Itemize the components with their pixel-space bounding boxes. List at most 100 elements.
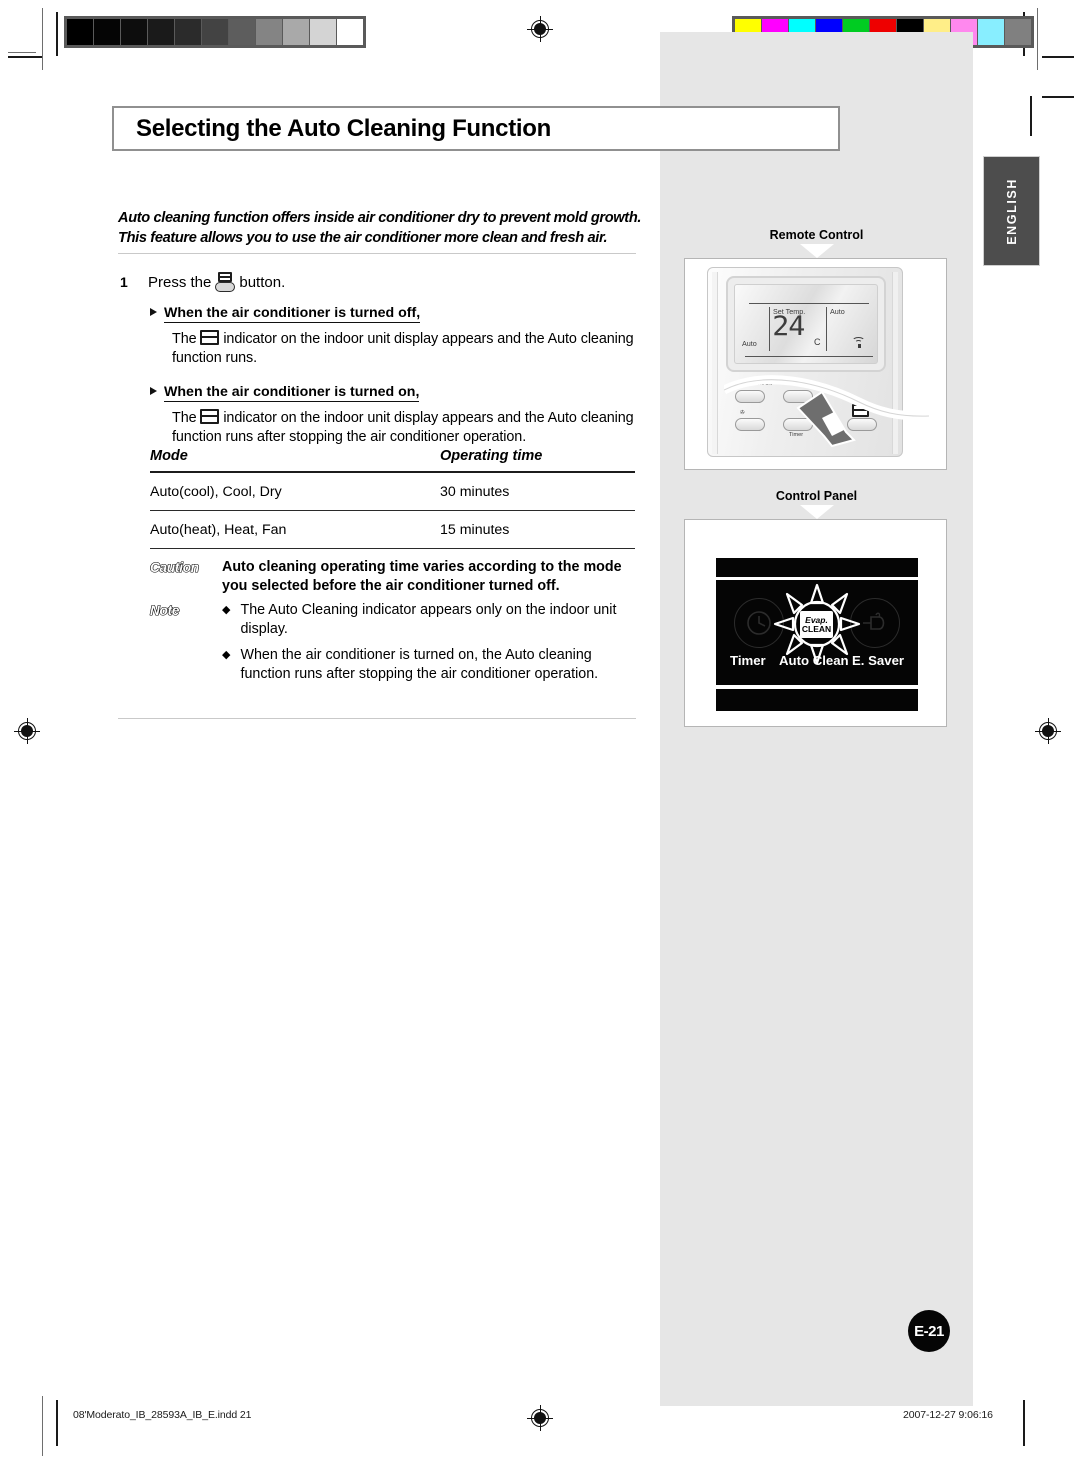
diamond-bullet-icon: ◆ [222,604,231,616]
diamond-bullet-icon: ◆ [222,649,231,661]
table-cell-mode: Auto(heat), Heat, Fan [150,521,287,538]
registration-mark-bottom-center [527,1405,553,1431]
color-swatch-9 [978,19,1004,45]
remote-control-illustration: Set Temp. Auto Auto 24 C Digital i On/Of… [684,258,947,470]
page-title: Selecting the Auto Cleaning Function [136,114,551,142]
note-tag: Note [150,603,180,619]
remote-button-icon-mode: ▭ [786,381,792,387]
step-block-1: 1 Press the button. When the air conditi… [120,271,660,447]
crop-mark-top-left-h [8,52,36,53]
caption-arrow-icon [800,244,834,258]
subsection-body-on: The indicator on the indoor unit display… [172,409,647,447]
lcd-temperature-value: 24 [772,311,805,342]
remote-right-rail [892,272,898,454]
subsection-heading-on-label: When the air conditioner is turned on, [164,384,420,402]
panel-display-area: Evap. CLEAN Timer Auto Clean E. Saver [716,580,918,685]
remote-control-caption: Remote Control [769,228,864,242]
press-prefix: Press the [148,273,212,291]
remote-body: Set Temp. Auto Auto 24 C Digital i On/Of… [707,267,929,457]
auto-clean-button-icon [214,271,236,293]
page-number-badge: E-21 [908,1310,950,1352]
lcd-temperature-unit: C [814,337,821,347]
table-cell-time: 30 minutes [440,483,510,500]
triangle-bullet-icon [150,308,157,316]
footer-timestamp: 2007-12-27 9:06:16 [903,1409,993,1421]
intro-line-1: Auto cleaning function offers inside air… [118,210,642,226]
lcd-mode-left-label: Auto [742,339,757,348]
caution-text: Auto cleaning operating time varies acco… [222,559,622,594]
list-item: ◆ The Auto Cleaning indicator appears on… [222,601,645,638]
trim-mark-bottom-left [56,1400,58,1446]
remote-button-digital-onoff[interactable] [735,390,765,403]
evap-clean-badge: Evap. CLEAN [800,611,833,638]
crop-mark-bottom-left-v [42,1396,43,1456]
trim-mark-left-top [56,12,58,56]
grayscale-swatch-2 [121,19,147,45]
note-item-text: The Auto Cleaning indicator appears only… [240,602,617,637]
grayscale-swatch-6 [229,19,255,45]
control-panel-caption: Control Panel [775,489,858,503]
page-number: E-21 [914,1322,944,1340]
control-panel-illustration: Evap. CLEAN Timer Auto Clean E. Saver [684,519,947,727]
intro-divider [118,253,636,254]
body-on-suffix: indicator on the indoor unit display app… [172,410,634,445]
lcd-mode-right-label: Auto [830,307,845,316]
grayscale-swatch-4 [175,19,201,45]
grayscale-swatch-10 [337,19,363,45]
lcd-bottom-rule [745,356,873,358]
intro-paragraph: Auto cleaning function offers inside air… [118,208,653,248]
remote-button-fan[interactable] [735,418,765,431]
subsection-body-off: The indicator on the indoor unit display… [172,330,647,368]
color-swatch-10 [1005,19,1031,45]
panel-label-timer: Timer [730,653,766,668]
trim-mark-left-h [8,56,42,58]
trim-mark-right-v2 [1030,96,1032,136]
crop-mark-top-right-v [1037,8,1038,70]
grayscale-swatch-3 [148,19,174,45]
triangle-bullet-icon [150,387,157,395]
press-suffix: button. [239,273,286,291]
language-tab-english: ENGLISH [983,156,1040,266]
table-row: Auto(cool), Cool, Dry 30 minutes [150,473,635,510]
remote-left-rail [712,272,718,454]
panel-strip-bottom [716,689,918,711]
press-arrow-icon [796,390,856,448]
note-list: ◆ The Auto Cleaning indicator appears on… [222,601,645,691]
lcd-divider-left [769,307,771,351]
intro-line-2: This feature allows you to use the air c… [118,230,608,246]
trim-mark-right-h2 [1042,96,1074,98]
grayscale-swatch-5 [202,19,228,45]
registration-mark-left [14,718,40,744]
body-on-prefix: The [172,410,197,426]
remote-button-label-digital: Digital i On/Off [736,381,773,387]
grayscale-swatch-0 [67,19,93,45]
lcd-top-rule [749,303,869,305]
lcd-signal-icon [852,335,867,348]
note-block: Note ◆ The Auto Cleaning indicator appea… [150,601,645,691]
crop-mark-top-left-v [42,8,43,70]
subsection-heading-off: When the air conditioner is turned off, [150,305,660,323]
evap-label-bottom: CLEAN [801,623,832,634]
table-rule [150,547,635,549]
caution-block: Caution Auto cleaning operating time var… [150,558,640,595]
note-tag-col: Note [150,601,222,691]
evap-clean-indicator-icon [200,409,220,424]
step-number: 1 [120,274,128,290]
lcd-divider-right [826,307,828,351]
operating-time-table: Mode Operating time Auto(cool), Cool, Dr… [150,448,635,549]
trim-mark-right-top [1042,56,1074,58]
footer-filename: 08'Moderato_IB_28593A_IB_E.indd 21 [73,1409,252,1421]
grayscale-swatch-1 [94,19,120,45]
subsection-heading-on: When the air conditioner is turned on, [150,384,660,402]
grayscale-swatch-7 [256,19,282,45]
trim-mark-bottom-right [1023,1400,1025,1446]
body-off-suffix: indicator on the indoor unit display app… [172,331,634,366]
caption-arrow-icon [800,505,834,519]
page-title-box: Selecting the Auto Cleaning Function [112,106,840,151]
registration-mark-right [1035,718,1061,744]
subsection-heading-off-label: When the air conditioner is turned off, [164,305,421,323]
grayscale-swatch-9 [310,19,336,45]
remote-screen-frame: Set Temp. Auto Auto 24 C [726,276,886,372]
table-header-operating-time: Operating time [440,448,543,464]
step-1-row: 1 Press the button. [120,271,660,293]
